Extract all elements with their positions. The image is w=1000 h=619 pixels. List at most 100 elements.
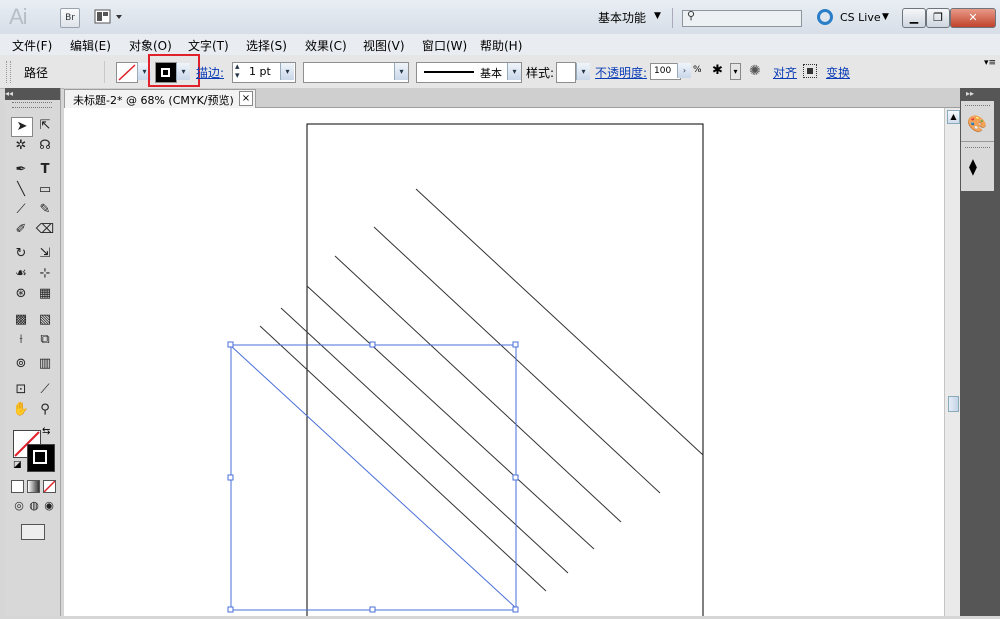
transform-link[interactable]: 变换 (826, 64, 850, 81)
mesh-tool-icon[interactable]: ▩ (11, 311, 31, 329)
fill-none-icon (118, 64, 136, 81)
fill-swatch[interactable] (116, 62, 138, 83)
canvas[interactable] (64, 108, 944, 619)
rectangle-tool-icon[interactable]: ▭ (35, 181, 55, 199)
bridge-button[interactable]: Br (60, 8, 80, 28)
tools-panel-header[interactable]: ◂◂ (5, 88, 60, 100)
opacity-link[interactable]: 不透明度: (595, 64, 647, 81)
cslive-dropdown-icon[interactable]: ▼ (882, 12, 889, 22)
color-panel-icon[interactable]: 🎨 (967, 114, 987, 133)
stroke-weight-stepper-icon[interactable]: ▴ ▾ (235, 63, 240, 81)
artwork[interactable] (64, 108, 944, 619)
menu-effect[interactable]: 效果(C) (305, 37, 347, 54)
stroke-weight-field[interactable]: ▴ ▾ 1 pt ▾ (232, 62, 296, 83)
document-tab-title: 未标题-2* @ 68% (CMYK/预览) (73, 94, 234, 107)
stroke-indicator[interactable] (27, 444, 55, 472)
scroll-thumb[interactable] (948, 396, 959, 412)
brush-dropdown-icon[interactable]: ▾ (507, 63, 521, 80)
recolor-artwork-icon[interactable]: ✱ (712, 63, 723, 78)
brush-label: 基本 (480, 67, 502, 80)
magic-wand-tool-icon[interactable]: ✲ (11, 137, 31, 155)
dock-expand-icon[interactable]: ▸▸ (966, 89, 974, 98)
menu-select[interactable]: 选择(S) (246, 37, 287, 54)
paintbrush-tool-icon[interactable]: ⟋ (11, 201, 31, 219)
menu-object[interactable]: 对象(O) (129, 37, 172, 54)
free-transform-tool-icon[interactable]: ⊹ (35, 265, 55, 283)
scroll-up-icon[interactable]: ▲ (947, 110, 960, 124)
tools-panel-grip[interactable] (12, 102, 52, 108)
draw-inside-icon[interactable]: ◉ (39, 497, 59, 515)
artboard-tool-icon[interactable]: ⊡ (11, 381, 31, 399)
color-mode-icon[interactable] (11, 480, 24, 493)
menu-window[interactable]: 窗口(W) (422, 37, 467, 54)
shape-builder-tool-icon[interactable]: ⊛ (11, 285, 31, 303)
control-bar-grip[interactable] (6, 61, 11, 83)
close-tab-icon[interactable]: × (239, 91, 253, 106)
layers-panel-icon[interactable]: ⧫ (969, 157, 977, 176)
control-panel-menu-icon[interactable]: ▾≡ (984, 58, 996, 68)
swap-fill-stroke-icon[interactable]: ⇆ (42, 426, 50, 437)
selection-tool-icon[interactable]: ➤ (11, 117, 33, 137)
eyedropper-tool-icon[interactable]: ⟊ (11, 331, 31, 349)
gradient-tool-icon[interactable]: ▧ (35, 311, 55, 329)
workspace-switcher[interactable]: 基本功能 (598, 9, 646, 26)
brush-definition[interactable]: 基本 ▾ (416, 62, 522, 83)
slice-tool-icon[interactable]: ⟋ (35, 381, 55, 399)
zoom-tool-icon[interactable]: ⚲ (35, 401, 55, 419)
pen-tool-icon[interactable]: ✒ (11, 161, 31, 179)
stroke-dropdown-icon[interactable]: ▾ (176, 63, 190, 80)
transform-reference-icon[interactable] (803, 64, 817, 78)
arrange-documents-button[interactable] (94, 9, 124, 25)
align-link[interactable]: 对齐 (773, 64, 797, 81)
none-slash-icon (43, 480, 56, 493)
graphic-style-swatch[interactable] (556, 62, 576, 83)
search-input[interactable]: ⚲ (682, 9, 802, 27)
maximize-button[interactable]: ❐ (926, 8, 950, 28)
panel-grip[interactable] (965, 105, 990, 109)
profile-dropdown-icon[interactable]: ▾ (394, 63, 408, 80)
menu-help[interactable]: 帮助(H) (480, 37, 522, 54)
symbol-sprayer-tool-icon[interactable]: ⊚ (11, 355, 31, 373)
panel-grip[interactable] (965, 147, 990, 151)
menu-edit[interactable]: 编辑(E) (70, 37, 111, 54)
warp-tool-icon[interactable]: ☙ (11, 265, 31, 283)
default-fill-stroke-icon[interactable]: ◪ (13, 460, 22, 470)
stroke-panel-link[interactable]: 描边: (196, 64, 224, 81)
hand-tool-icon[interactable]: ✋ (11, 401, 31, 419)
rotate-tool-icon[interactable]: ↻ (11, 245, 31, 263)
cslive-button[interactable]: CS Live (840, 11, 881, 24)
stroke-swatch[interactable] (155, 62, 177, 83)
close-window-button[interactable]: ✕ (950, 8, 996, 28)
blend-tool-icon[interactable]: ⧉ (35, 331, 55, 349)
recolor-dropdown-icon[interactable]: ▾ (730, 63, 741, 80)
none-mode-icon[interactable] (43, 480, 56, 493)
minimize-button[interactable]: ▁ (902, 8, 926, 28)
opacity-unit: % (693, 65, 702, 75)
vertical-scrollbar[interactable]: ▲ (944, 108, 961, 616)
variable-width-profile[interactable]: ▾ (303, 62, 409, 83)
style-dropdown-icon[interactable]: ▾ (576, 63, 590, 80)
workspace-dropdown-icon[interactable]: ▼ (654, 11, 661, 21)
eraser-tool-icon[interactable]: ⌫ (35, 221, 55, 239)
stroke-weight-dropdown-icon[interactable]: ▾ (280, 63, 294, 80)
gradient-mode-icon[interactable] (27, 480, 40, 493)
opacity-slider-icon[interactable]: › (677, 63, 691, 78)
divider (104, 61, 105, 83)
cslive-icon (817, 9, 833, 25)
menu-view[interactable]: 视图(V) (363, 37, 405, 54)
direct-selection-tool-icon[interactable]: ⇱ (35, 117, 55, 135)
pencil-tool-icon[interactable]: ✎ (35, 201, 55, 219)
blob-brush-tool-icon[interactable]: ✐ (11, 221, 31, 239)
type-tool-icon[interactable]: T (35, 161, 55, 179)
line-segment-tool-icon[interactable]: ╲ (11, 181, 31, 199)
screen-mode-icon[interactable] (21, 524, 45, 540)
document-tab[interactable]: 未标题-2* @ 68% (CMYK/预览) × (64, 89, 256, 108)
perspective-grid-tool-icon[interactable]: ▦ (35, 285, 55, 303)
scale-tool-icon[interactable]: ⇲ (35, 245, 55, 263)
isolate-object-icon[interactable]: ✺ (749, 63, 761, 79)
column-graph-tool-icon[interactable]: ▥ (35, 355, 55, 373)
menu-file[interactable]: 文件(F) (12, 37, 52, 54)
lasso-tool-icon[interactable]: ☊ (35, 137, 55, 155)
document-tab-bar: 未标题-2* @ 68% (CMYK/预览) × (64, 88, 960, 108)
menu-type[interactable]: 文字(T) (188, 37, 229, 54)
